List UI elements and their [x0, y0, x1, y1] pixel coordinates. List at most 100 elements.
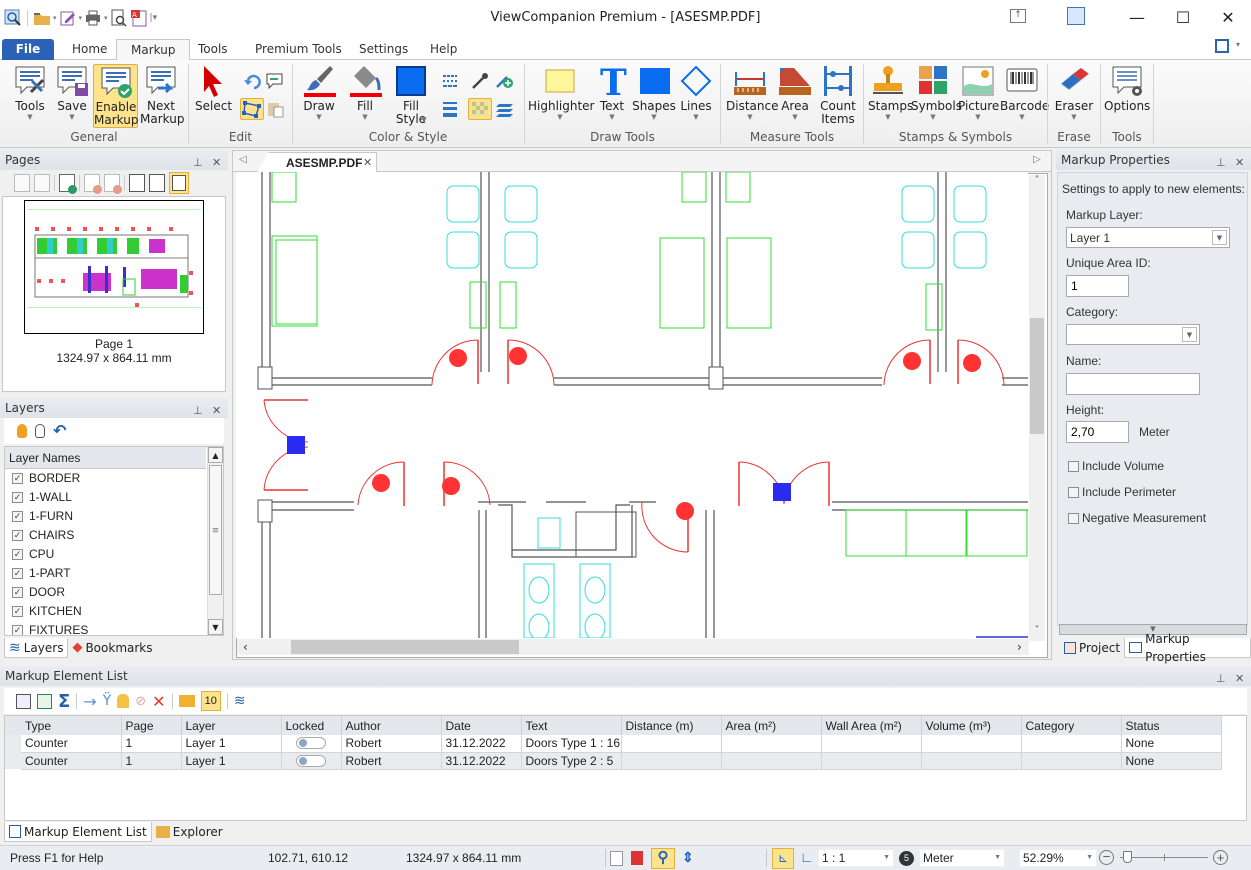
sum-icon[interactable]: Σ	[58, 692, 70, 710]
line-width-icon[interactable]	[441, 100, 465, 118]
edit-markup-icon[interactable]	[59, 9, 77, 27]
lightbulb-on-icon[interactable]	[17, 424, 27, 438]
enable-markup-button[interactable]: Enable Markup	[93, 64, 138, 128]
column-header[interactable]: Category	[1021, 716, 1122, 735]
undo-icon[interactable]	[242, 72, 262, 90]
fill-style-button[interactable]: Fill Style ▼	[392, 64, 430, 128]
restore-layout-icon[interactable]: ↑	[1010, 9, 1026, 23]
save-pages-icon[interactable]	[34, 174, 50, 192]
scroll-thumb[interactable]: ≡	[209, 465, 222, 595]
pdf-export-icon[interactable]: A	[130, 9, 148, 27]
layer-row[interactable]: ✓ 1-WALL	[5, 488, 223, 507]
transparency-icon[interactable]	[468, 98, 492, 120]
thumbnail-small-icon[interactable]	[129, 174, 145, 192]
checkbox[interactable]	[1068, 512, 1079, 524]
symbols-button[interactable]: Symbols ▼	[911, 64, 962, 128]
tab-scroll-left-icon[interactable]: ◁	[239, 154, 247, 165]
shapes-button[interactable]: Shapes ▼	[632, 64, 676, 128]
tab-tools[interactable]: Tools	[184, 39, 242, 61]
comment-icon[interactable]	[178, 695, 195, 707]
row-selector[interactable]	[5, 752, 21, 769]
locked-toggle[interactable]	[295, 737, 326, 750]
print-preview-icon[interactable]	[110, 9, 128, 27]
column-header[interactable]: Volume (m³)	[921, 716, 1022, 735]
close-icon[interactable]: ✕	[212, 401, 221, 421]
include-volume-checkbox[interactable]: Include Volume	[1068, 459, 1164, 473]
eraser-button[interactable]: Eraser ▼	[1053, 64, 1095, 128]
thumbnail-large-icon[interactable]	[169, 172, 189, 194]
layer-visibility-checkbox[interactable]: ✓	[12, 530, 23, 541]
tab-home[interactable]: Home	[58, 39, 121, 61]
layer-visibility-checkbox[interactable]: ✓	[12, 568, 23, 579]
tools-button[interactable]: Tools ▼	[10, 64, 50, 128]
document-tab[interactable]: ASESMP.PDF ✕	[257, 152, 377, 173]
save-button[interactable]: Save ▼	[54, 64, 90, 128]
layer-visibility-checkbox[interactable]: ✓	[12, 492, 23, 503]
tab-explorer[interactable]: Explorer	[152, 822, 227, 842]
close-icon[interactable]: ✕	[1235, 669, 1244, 689]
checkbox[interactable]	[1068, 486, 1079, 498]
count-items-button[interactable]: Count Items	[816, 64, 860, 128]
tab-markup-element-list[interactable]: Markup Element List	[4, 822, 152, 842]
zoom-select[interactable]: 52.29% ▼	[1019, 849, 1097, 867]
properties-wrench-icon[interactable]: Ÿ	[103, 693, 112, 709]
pin-icon[interactable]: ⊥	[1216, 669, 1226, 689]
column-header[interactable]: Date	[441, 716, 522, 735]
zoom-tool-icon[interactable]: ⚲	[651, 848, 675, 869]
unique-area-id-input[interactable]	[1066, 275, 1129, 297]
height-input[interactable]	[1066, 421, 1129, 443]
close-icon[interactable]: ✕	[212, 153, 221, 173]
close-icon[interactable]: ✕	[1235, 153, 1244, 173]
layers-scrollbar[interactable]: ▲ ≡ ▼	[207, 447, 223, 635]
select-button[interactable]: Select	[195, 64, 232, 128]
options-button[interactable]: Options	[1104, 64, 1150, 128]
column-header[interactable]: Type	[21, 716, 122, 735]
tab-bookmarks[interactable]: ◆ Bookmarks	[68, 638, 156, 658]
undo-icon[interactable]: ↶	[53, 423, 66, 439]
markup-layer-select[interactable]: Layer 1 ▼	[1066, 227, 1230, 248]
edit-points-icon[interactable]	[240, 98, 264, 120]
fill-button[interactable]: Fill ▼	[346, 64, 384, 128]
layer-visibility-checkbox[interactable]: ✓	[12, 473, 23, 484]
chevron-down-icon[interactable]: ▾	[53, 14, 57, 22]
tab-scroll-right-icon[interactable]: ▷	[1033, 154, 1041, 165]
layer-row[interactable]: ✓ BORDER	[5, 469, 223, 488]
line-style-icon[interactable]	[441, 72, 465, 90]
column-header[interactable]: Status	[1121, 716, 1222, 735]
print-icon[interactable]	[84, 9, 102, 27]
column-header[interactable]: Wall Area (m²)	[821, 716, 922, 735]
row-selector[interactable]	[5, 735, 21, 752]
hide-icon[interactable]: ⊘	[135, 694, 146, 709]
pin-icon[interactable]: ⊥	[193, 401, 203, 421]
next-markup-button[interactable]: Next Markup	[140, 64, 184, 128]
tab-file[interactable]: File	[2, 39, 54, 61]
area-button[interactable]: Area ▼	[778, 64, 812, 128]
close-tab-icon[interactable]: ✕	[363, 156, 372, 169]
save-page-icon[interactable]	[14, 174, 30, 192]
layer-row[interactable]: ✓ 1-FURN	[5, 507, 223, 526]
vertical-scroll-thumb[interactable]	[1030, 318, 1044, 434]
scroll-down-icon[interactable]: ▼	[208, 619, 223, 635]
tab-markup-properties[interactable]: Markup Properties	[1124, 632, 1251, 664]
horizontal-scroll-thumb[interactable]	[291, 640, 519, 654]
zoom-slider[interactable]	[1120, 851, 1208, 863]
chevron-down-icon[interactable]: ▾	[79, 14, 83, 22]
picture-button[interactable]: Picture ▼	[958, 64, 999, 128]
pin-icon[interactable]: ⊥	[1216, 153, 1226, 173]
scroll-down-icon[interactable]: ˅	[1029, 625, 1045, 641]
lock-icon[interactable]	[117, 694, 130, 708]
layer-visibility-checkbox[interactable]: ✓	[12, 606, 23, 617]
category-select[interactable]: ▼	[1066, 324, 1200, 345]
pdf-view-icon[interactable]	[631, 851, 643, 865]
app-icon[interactable]	[4, 9, 22, 27]
lightbulb-off-icon[interactable]	[35, 424, 45, 438]
column-header[interactable]: Locked	[281, 716, 342, 735]
column-header[interactable]: Area (m²)	[721, 716, 822, 735]
remove-page-icon[interactable]	[84, 174, 102, 194]
maximize-button[interactable]: ☐	[1160, 4, 1206, 30]
page-thumbnail[interactable]	[24, 200, 204, 334]
snap-icon[interactable]: ⊾	[772, 848, 794, 869]
tab-project[interactable]: Project	[1060, 638, 1124, 658]
add-color-icon[interactable]	[494, 72, 514, 90]
checkbox[interactable]	[1068, 460, 1079, 472]
